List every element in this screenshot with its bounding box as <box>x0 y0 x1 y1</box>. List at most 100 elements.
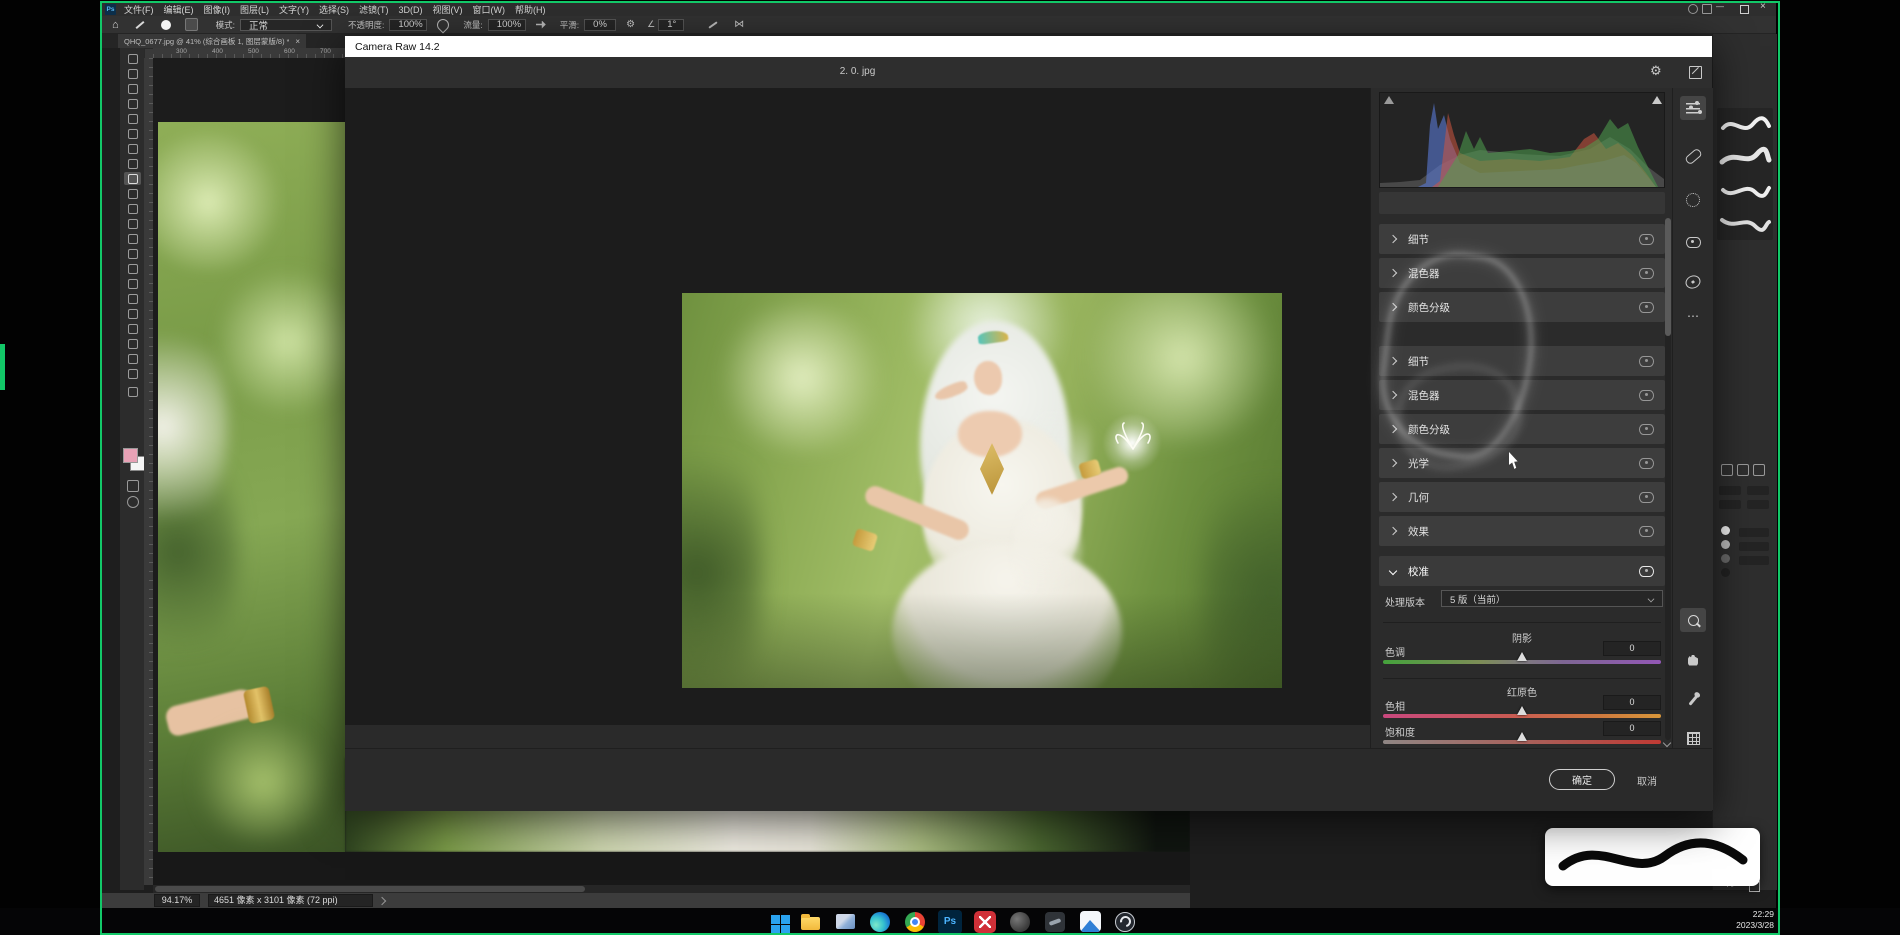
panel-section-geometry[interactable]: 几何 <box>1379 482 1665 512</box>
visibility-eye-icon[interactable] <box>1639 268 1654 279</box>
move-tool[interactable] <box>124 52 141 65</box>
masking-tool-icon[interactable] <box>1680 188 1706 212</box>
brush-size-preview[interactable] <box>161 20 171 30</box>
eyedropper-tool[interactable] <box>124 142 141 155</box>
menu-file[interactable]: 文件(F) <box>124 3 154 16</box>
file-explorer-icon[interactable] <box>798 910 822 934</box>
menu-type[interactable]: 文字(Y) <box>279 3 309 16</box>
visibility-eye-icon[interactable] <box>1639 492 1654 503</box>
tint-value-field[interactable]: 0 <box>1603 641 1661 656</box>
zoom-tool-icon[interactable] <box>1680 608 1706 632</box>
frame-tool[interactable] <box>124 127 141 140</box>
edit-tool-icon[interactable] <box>1680 96 1706 120</box>
document-tab[interactable]: QHQ_0677.jpg @ 41% (综合画板 1, 图层蒙版/8) * × <box>118 34 306 48</box>
edit-toolbar-button[interactable] <box>124 385 141 398</box>
type-tool[interactable] <box>124 292 141 305</box>
status-zoom-field[interactable]: 94.17% <box>154 894 200 907</box>
pressure-opacity-icon[interactable] <box>435 16 452 33</box>
dock-panel-icon[interactable] <box>1753 464 1765 476</box>
panel-section-effects[interactable]: 效果 <box>1379 516 1665 546</box>
smoothing-gear-icon[interactable]: ⚙ <box>626 19 635 30</box>
path-selection-tool[interactable] <box>124 307 141 320</box>
menu-3d[interactable]: 3D(D) <box>399 5 423 15</box>
dock-panel-icon[interactable] <box>1737 464 1749 476</box>
visibility-eye-icon[interactable] <box>1639 566 1654 577</box>
menu-image[interactable]: 图像(I) <box>204 3 231 16</box>
highlight-clipping-icon[interactable] <box>1652 96 1662 104</box>
menu-help[interactable]: 帮助(H) <box>515 3 546 16</box>
panel-section-detail[interactable]: 细节 <box>1379 224 1665 254</box>
h-scrollbar-thumb[interactable] <box>155 886 585 892</box>
menu-edit[interactable]: 编辑(E) <box>164 3 194 16</box>
symmetry-icon[interactable]: ⋈ <box>734 19 744 30</box>
photoshop-taskbar-icon[interactable]: Ps <box>938 910 962 934</box>
menu-window[interactable]: 窗口(W) <box>473 3 506 16</box>
obs-app-icon[interactable] <box>1113 910 1137 934</box>
panel-section-calibration[interactable]: 校准 <box>1379 556 1665 586</box>
cancel-button[interactable]: 取消 <box>1637 773 1657 788</box>
maximize-button[interactable] <box>1740 5 1749 14</box>
lasso-tool[interactable] <box>124 82 141 95</box>
image-preview-area[interactable]: 适应（47%） 30% <box>345 88 1370 725</box>
red-app-icon[interactable] <box>973 910 997 934</box>
flow-value[interactable]: 100% <box>488 19 526 31</box>
brush-stroke-thumb[interactable] <box>1717 142 1773 172</box>
shadow-clipping-icon[interactable] <box>1384 96 1394 104</box>
brush-tool-preset-icon[interactable] <box>135 21 144 29</box>
ok-button[interactable]: 确定 <box>1549 769 1615 790</box>
hue-slider-thumb[interactable] <box>1517 706 1527 715</box>
marquee-tool[interactable] <box>124 67 141 80</box>
more-options-icon[interactable]: ⋯ <box>1680 304 1706 328</box>
brush-stroke-thumb[interactable] <box>1717 206 1773 236</box>
grid-overlay-icon[interactable] <box>1680 726 1706 750</box>
visibility-eye-icon[interactable] <box>1639 302 1654 313</box>
dock-panel-icon[interactable] <box>1721 464 1733 476</box>
tint-slider-thumb[interactable] <box>1517 652 1527 661</box>
history-brush-tool[interactable] <box>124 202 141 215</box>
saturation-slider-thumb[interactable] <box>1517 732 1527 741</box>
visibility-eye-icon[interactable] <box>1639 390 1654 401</box>
crop-tool[interactable] <box>124 112 141 125</box>
clone-stamp-tool[interactable] <box>124 187 141 200</box>
healing-brush-tool[interactable] <box>124 157 141 170</box>
hue-value-field[interactable]: 0 <box>1603 695 1661 710</box>
visibility-eye-icon[interactable] <box>1639 424 1654 435</box>
red-eye-tool-icon[interactable] <box>1680 230 1706 254</box>
menu-filter[interactable]: 滤镜(T) <box>359 3 389 16</box>
screen-mode-button[interactable] <box>127 496 139 508</box>
smoothing-value[interactable]: 0% <box>584 19 616 31</box>
close-button[interactable]: × <box>1760 1 1766 12</box>
saturation-value-field[interactable]: 0 <box>1603 721 1661 736</box>
menu-view[interactable]: 视图(V) <box>433 3 463 16</box>
visibility-eye-icon[interactable] <box>1639 526 1654 537</box>
zoom-tool[interactable] <box>124 367 141 380</box>
dark-app-icon[interactable] <box>1043 910 1067 934</box>
camera-raw-titlebar[interactable]: Camera Raw 14.2 <box>345 36 1712 58</box>
visibility-eye-icon[interactable] <box>1639 234 1654 245</box>
brush-tool[interactable] <box>124 172 141 185</box>
gradient-tool[interactable] <box>124 232 141 245</box>
chrome-browser-icon[interactable] <box>903 910 927 934</box>
pen-pressure-icon[interactable] <box>709 21 718 28</box>
search-icon[interactable] <box>1688 4 1698 14</box>
airbrush-icon[interactable] <box>536 21 546 29</box>
brush-angle-value[interactable]: 1° <box>658 19 684 31</box>
panel-scrollbar[interactable] <box>1665 218 1671 740</box>
tab-close-icon[interactable]: × <box>295 37 300 46</box>
hand-tool[interactable] <box>124 337 141 350</box>
photos-app-icon[interactable] <box>833 910 857 934</box>
settings-gear-icon[interactable]: ⚙ <box>1650 63 1662 79</box>
brush-panel-toggle-icon[interactable] <box>185 18 198 31</box>
scroll-down-icon[interactable] <box>1663 739 1671 747</box>
status-chevron-icon[interactable] <box>378 896 386 904</box>
taskbar-clock[interactable]: 22:29 2023/3/28 <box>1690 909 1774 931</box>
hue-slider[interactable] <box>1383 714 1661 718</box>
eraser-tool[interactable] <box>124 217 141 230</box>
dodge-tool[interactable] <box>124 262 141 275</box>
workspace-icon[interactable] <box>1702 4 1712 14</box>
foreground-color-swatch[interactable] <box>123 448 138 463</box>
histogram[interactable] <box>1379 92 1665 188</box>
swatch-dot[interactable] <box>1721 526 1730 535</box>
shape-tool[interactable] <box>124 322 141 335</box>
hand-tool-icon[interactable] <box>1680 648 1706 672</box>
